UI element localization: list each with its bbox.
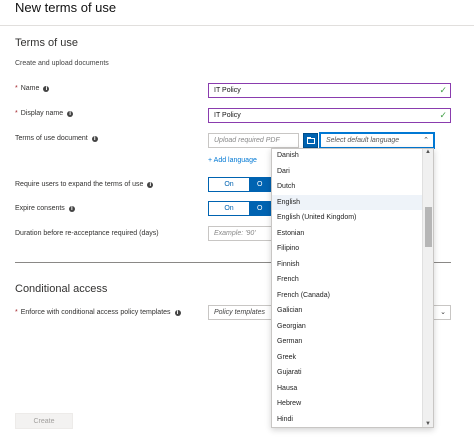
display-name-label: * Display name i bbox=[15, 110, 74, 117]
duration-label: Duration before re-acceptance required (… bbox=[15, 230, 159, 237]
info-icon[interactable]: i bbox=[67, 110, 74, 117]
info-icon[interactable]: i bbox=[43, 85, 50, 92]
required-marker: * bbox=[15, 85, 18, 92]
upload-folder-button[interactable] bbox=[303, 133, 318, 148]
scroll-down-icon[interactable]: ▼ bbox=[425, 421, 431, 427]
language-option[interactable]: German bbox=[272, 334, 423, 350]
language-option[interactable]: Finnish bbox=[272, 257, 423, 273]
document-label-text: Terms of use document bbox=[15, 135, 88, 142]
language-option[interactable]: Estonian bbox=[272, 226, 423, 242]
language-dropdown-list[interactable]: Danish Dari Dutch English English (United Ki… bbox=[271, 148, 434, 428]
required-marker: * bbox=[15, 110, 18, 117]
scrollbar-thumb[interactable] bbox=[425, 207, 432, 247]
language-option[interactable]: Georgian bbox=[272, 319, 423, 335]
display-name-value: IT Policy bbox=[214, 112, 241, 119]
language-option[interactable]: English bbox=[272, 194, 423, 210]
enforce-label: * Enforce with conditional access policy… bbox=[15, 309, 181, 316]
add-language-link[interactable]: + Add language bbox=[208, 157, 257, 164]
language-option[interactable]: Danish bbox=[272, 149, 423, 164]
info-icon[interactable]: i bbox=[68, 205, 75, 212]
language-select-placeholder: Select default language bbox=[326, 137, 400, 144]
language-option[interactable]: Greek bbox=[272, 350, 423, 366]
checkmark-icon: ✓ bbox=[439, 85, 447, 95]
scroll-up-icon[interactable]: ▲ bbox=[425, 149, 431, 155]
language-option[interactable]: Gujarati bbox=[272, 365, 423, 381]
required-marker: * bbox=[15, 309, 18, 316]
default-language-select[interactable]: Select default language ⌃ bbox=[319, 132, 435, 149]
toggle-on-option[interactable]: On bbox=[209, 202, 249, 215]
terms-section-title: Terms of use bbox=[15, 37, 78, 49]
duration-input[interactable]: Example: '90' bbox=[208, 226, 278, 241]
language-option[interactable]: Hausa bbox=[272, 381, 423, 397]
name-label: * Name i bbox=[15, 85, 50, 92]
document-label: Terms of use document i bbox=[15, 135, 98, 142]
blade-header: New terms of use bbox=[0, 0, 474, 26]
info-icon[interactable]: i bbox=[174, 309, 181, 316]
expire-consents-toggle[interactable]: On O bbox=[208, 201, 278, 216]
expire-consents-label-text: Expire consents bbox=[15, 205, 65, 212]
language-option[interactable]: Hindi bbox=[272, 412, 423, 428]
info-icon[interactable]: i bbox=[91, 135, 98, 142]
language-option[interactable]: French (Canada) bbox=[272, 288, 423, 304]
display-name-label-text: Display name bbox=[20, 110, 64, 117]
language-option[interactable]: French bbox=[272, 272, 423, 288]
folder-icon bbox=[307, 138, 315, 144]
name-value: IT Policy bbox=[214, 87, 241, 94]
conditional-access-title: Conditional access bbox=[15, 283, 108, 295]
expire-consents-label: Expire consents i bbox=[15, 205, 75, 212]
info-icon[interactable]: i bbox=[147, 181, 154, 188]
language-option[interactable]: Filipino bbox=[272, 241, 423, 257]
checkmark-icon: ✓ bbox=[439, 110, 447, 120]
dropdown-scrollbar[interactable]: ▲ ▼ bbox=[422, 149, 433, 427]
require-expand-toggle[interactable]: On O bbox=[208, 177, 278, 192]
language-option[interactable]: English (United Kingdom) bbox=[272, 210, 423, 226]
language-option[interactable]: Galician bbox=[272, 303, 423, 319]
create-button[interactable]: Create bbox=[15, 413, 73, 429]
language-option[interactable]: Dutch bbox=[272, 179, 423, 195]
name-input[interactable]: IT Policy ✓ bbox=[208, 83, 451, 98]
chevron-down-icon: ⌄ bbox=[440, 309, 446, 316]
policy-templates-value: Policy templates bbox=[214, 309, 265, 316]
require-expand-label: Require users to expand the terms of use… bbox=[15, 181, 154, 188]
terms-description: Create and upload documents bbox=[15, 60, 109, 67]
enforce-label-text: Enforce with conditional access policy t… bbox=[20, 309, 171, 316]
toggle-on-option[interactable]: On bbox=[209, 178, 249, 191]
language-option[interactable]: Hebrew bbox=[272, 396, 423, 412]
upload-pdf-input[interactable]: Upload required PDF bbox=[208, 133, 299, 148]
page-title: New terms of use bbox=[15, 0, 117, 15]
chevron-up-icon: ⌃ bbox=[423, 137, 429, 144]
language-option[interactable]: Dari bbox=[272, 164, 423, 180]
require-expand-label-text: Require users to expand the terms of use bbox=[15, 181, 144, 188]
duration-label-text: Duration before re-acceptance required (… bbox=[15, 230, 159, 237]
name-label-text: Name bbox=[20, 85, 40, 92]
display-name-input[interactable]: IT Policy ✓ bbox=[208, 108, 451, 123]
